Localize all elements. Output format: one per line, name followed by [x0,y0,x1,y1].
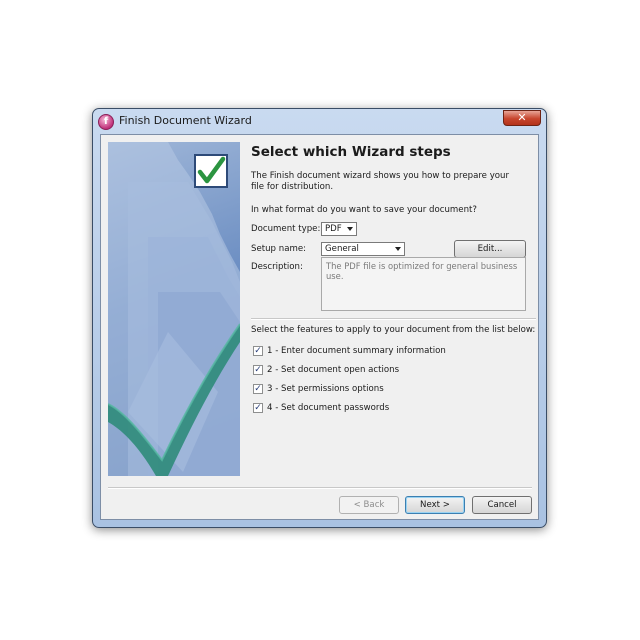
document-type-label: Document type: [251,224,321,234]
feature-label: 4 - Set document passwords [267,403,390,413]
document-type-value: PDF [325,224,342,234]
format-question: In what format do you want to save your … [251,205,477,215]
chevron-down-icon [347,227,353,231]
setup-name-value: General [325,244,359,254]
wizard-illustration-art [108,142,240,476]
feature-checkbox[interactable]: ✓ [253,403,263,413]
wizard-illustration [108,142,240,476]
chevron-down-icon [395,247,401,251]
app-icon: f [98,114,114,130]
close-icon: ✕ [517,111,527,124]
back-button[interactable]: < Back [339,496,399,514]
footer-divider [108,487,532,489]
feature-checkbox[interactable]: ✓ [253,365,263,375]
wizard-window: f Finish Document Wizard ✕ Select which … [92,108,547,528]
feature-checkbox[interactable]: ✓ [253,346,263,356]
feature-checkbox[interactable]: ✓ [253,384,263,394]
close-button[interactable]: ✕ [503,110,541,126]
wizard-content: Select which Wizard steps The Finish doc… [251,135,536,475]
feature-label: 3 - Set permissions options [267,384,384,394]
checkmark-icon [194,154,228,188]
intro-text: The Finish document wizard shows you how… [251,171,510,192]
setup-name-label: Setup name: [251,244,307,254]
divider [251,318,536,320]
description-label: Description: [251,262,303,272]
dialog-client-area: Select which Wizard steps The Finish doc… [100,134,539,520]
page-title: Select which Wizard steps [251,144,451,160]
window-title: Finish Document Wizard [119,114,252,127]
feature-label: 1 - Enter document summary information [267,346,446,356]
next-button[interactable]: Next > [405,496,465,514]
document-type-select[interactable]: PDF [321,222,357,236]
feature-label: 2 - Set document open actions [267,365,400,375]
edit-button[interactable]: Edit... [454,240,526,258]
description-text: The PDF file is optimized for general bu… [321,257,526,311]
features-prompt: Select the features to apply to your doc… [251,325,536,335]
cancel-button[interactable]: Cancel [472,496,532,514]
title-bar[interactable]: f Finish Document Wizard ✕ [93,109,546,135]
setup-name-select[interactable]: General [321,242,405,256]
